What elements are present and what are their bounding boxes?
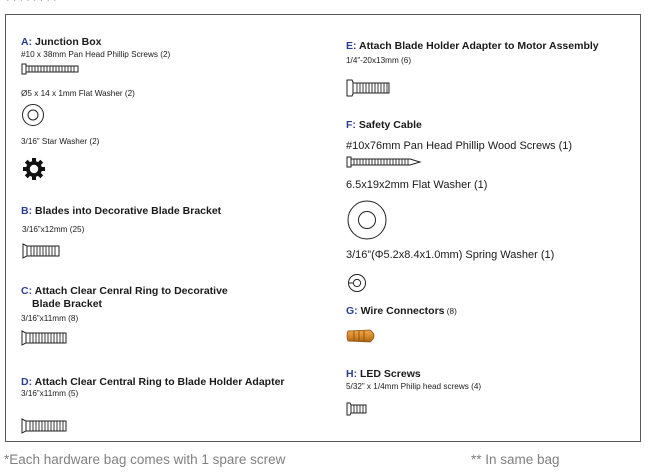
hex-bolt-icon <box>346 78 392 98</box>
same-bag-note: ** In same bag <box>471 452 560 467</box>
section-a-item-2: Ø5 x 14 x 1mm Flat Washer (2) <box>21 89 135 98</box>
flat-head-screw-12mm-icon <box>22 243 62 259</box>
section-h-heading: H: LED Screws <box>346 368 421 380</box>
section-f-item-2: 6.5x19x2mm Flat Washer (1) <box>346 179 488 191</box>
wire-connector-icon <box>346 328 380 344</box>
section-d-heading: D: Attach Clear Central Ring to Blade Ho… <box>21 376 285 388</box>
section-h-title: LED Screws <box>360 368 421 380</box>
section-a-heading: A: Junction Box <box>21 36 102 48</box>
section-g-count: (8) <box>444 307 457 316</box>
section-b-letter: B: <box>21 205 33 217</box>
section-h-letter: H: <box>346 368 358 380</box>
large-flat-washer-icon <box>346 199 388 241</box>
spare-screw-note: *Each hardware bag comes with 1 spare sc… <box>4 452 286 467</box>
cropped-top-text: · · · · · · · · <box>6 0 57 6</box>
section-e-item-1: 1/4”-20x13mm (6) <box>346 56 412 65</box>
section-b-heading: B: Blades into Decorative Blade Bracket <box>21 205 221 217</box>
section-g-heading: G: Wire Connectors (8) <box>346 305 457 317</box>
section-f-title: Safety Cable <box>358 119 422 131</box>
section-g-title: Wire Connectors <box>360 305 445 317</box>
section-d-title: Attach Clear Central Ring to Blade Holde… <box>34 376 285 388</box>
section-f-letter: F: <box>346 119 356 131</box>
flat-head-screw-11mm-icon <box>21 330 69 346</box>
section-d-item-1: 3/16”x11mm (5) <box>21 389 79 398</box>
section-c-item-1: 3/16”x11mm (8) <box>21 314 79 323</box>
section-c-title-line1: Attach Clear Cenral Ring to Decorative <box>34 285 228 297</box>
section-a-item-3: 3/16” Star Washer (2) <box>21 137 100 146</box>
section-a-item-1: #10 x 38mm Pan Head Phillip Screws (2) <box>21 50 171 59</box>
section-f-item-1: #10x76mm Pan Head Phillip Wood Screws (1… <box>346 140 573 152</box>
star-washer-icon <box>23 158 45 180</box>
flat-head-screw-11mm-icon-2 <box>21 418 69 434</box>
section-c-title-line2: Blade Bracket <box>32 298 103 310</box>
section-h-item-1: 5/32” x 1/4mm Philip head screws (4) <box>346 382 482 391</box>
section-c-heading: C: Attach Clear Cenral Ring to Decorativ… <box>21 285 228 297</box>
section-a-letter: A: <box>21 36 33 48</box>
spring-washer-icon <box>347 273 367 293</box>
section-f-heading: F: Safety Cable <box>346 119 422 131</box>
flat-washer-icon <box>21 103 45 127</box>
section-g-letter: G: <box>346 305 358 317</box>
section-d-letter: D: <box>21 376 33 388</box>
section-b-title: Blades into Decorative Blade Bracket <box>35 205 222 217</box>
section-a-title: Junction Box <box>35 36 102 48</box>
pan-head-screw-icon <box>21 63 81 75</box>
section-e-title: Attach Blade Holder Adapter to Motor Ass… <box>359 40 599 52</box>
wood-screw-icon <box>346 156 422 168</box>
section-c-letter: C: <box>21 285 33 297</box>
led-screw-icon <box>346 401 368 417</box>
section-e-heading: E: Attach Blade Holder Adapter to Motor … <box>346 40 599 52</box>
section-f-item-3: 3/16”(Φ5.2x8.4x1.0mm) Spring Washer (1) <box>346 249 555 261</box>
section-e-letter: E: <box>346 40 357 52</box>
section-b-item-1: 3/16”x12mm (25) <box>22 225 85 234</box>
